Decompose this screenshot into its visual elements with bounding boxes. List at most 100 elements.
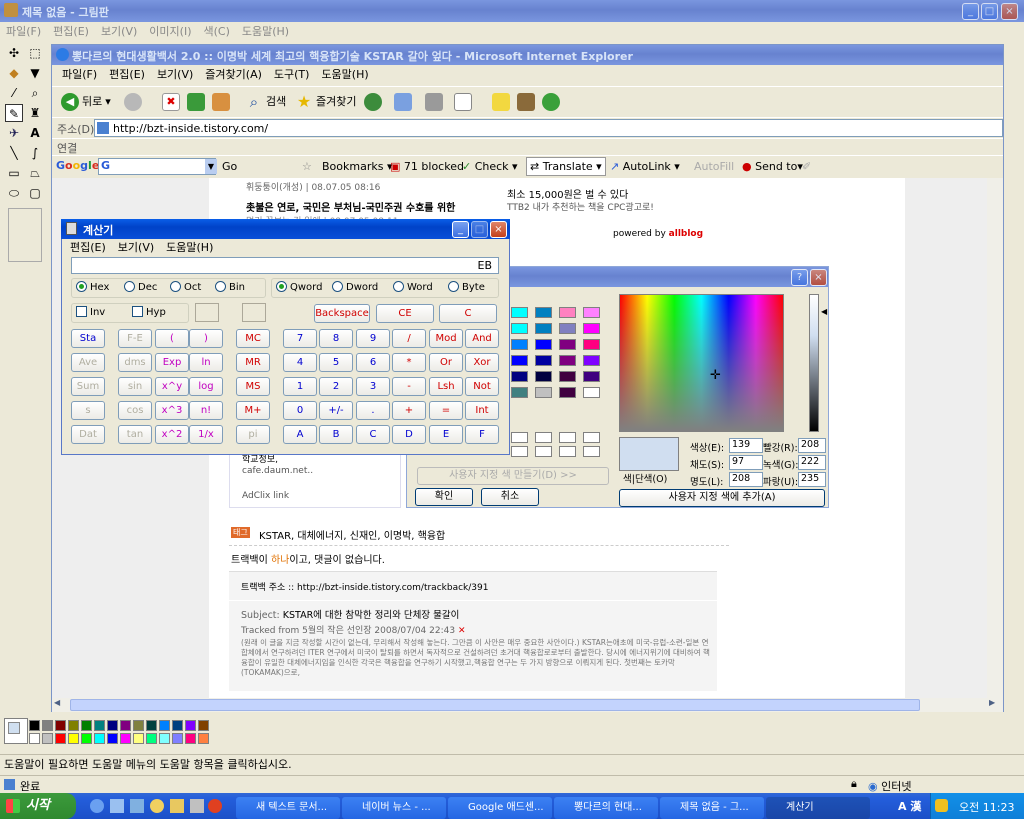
mem-mr-button[interactable]: MR (236, 353, 270, 372)
ie-menu-file[interactable]: 파일(F) (56, 65, 103, 85)
mem-pi-button[interactable]: pi (236, 425, 270, 444)
sci-Ave-button[interactable]: Ave (71, 353, 105, 372)
basic-color-swatch[interactable] (535, 323, 552, 334)
palette-swatch[interactable] (94, 720, 105, 731)
ie-menu-tools[interactable]: 도구(T) (268, 65, 316, 85)
custom-colors-grid[interactable] (511, 432, 611, 462)
sci-x-button[interactable]: ) (189, 329, 223, 348)
basic-color-swatch[interactable] (511, 387, 528, 398)
basic-color-swatch[interactable] (535, 387, 552, 398)
basic-color-swatch[interactable] (511, 355, 528, 366)
palette-swatch[interactable] (120, 733, 131, 744)
key-x-button[interactable]: + (392, 401, 426, 420)
basic-color-swatch[interactable] (583, 323, 600, 334)
address-input[interactable]: http://bzt-inside.tistory.com/ (94, 119, 1003, 137)
sci-1xx-button[interactable]: 1/x (189, 425, 223, 444)
mail-icon[interactable] (394, 93, 412, 111)
google-go-button[interactable]: Go (222, 160, 237, 173)
hue-input[interactable]: 139 (729, 438, 763, 453)
text-icon[interactable]: A (26, 124, 44, 142)
google-search-input[interactable]: G (98, 158, 216, 175)
google-bookmark-icon[interactable]: ☆ (302, 160, 312, 173)
refresh-icon[interactable] (187, 93, 205, 111)
paint-menu-image[interactable]: 이미지(I) (143, 22, 197, 41)
sci-xxy-button[interactable]: x^y (155, 377, 189, 396)
sci-s-button[interactable]: s (71, 401, 105, 420)
basic-color-swatch[interactable] (559, 339, 576, 350)
green-input[interactable]: 222 (798, 455, 826, 470)
allblog-logo[interactable]: allblog (669, 229, 703, 239)
print-icon[interactable] (425, 93, 443, 111)
key-0-button[interactable]: 0 (283, 401, 317, 420)
autofill-button[interactable]: AutoFill (694, 160, 734, 173)
key-Or-button[interactable]: Or (429, 353, 463, 372)
palette-swatch[interactable] (81, 733, 92, 744)
magnifier-icon[interactable]: ⌕ (26, 84, 44, 102)
messenger-icon[interactable] (542, 93, 560, 111)
luminance-arrow-icon[interactable]: ◀ (821, 307, 827, 316)
sci-Sta-button[interactable]: Sta (71, 329, 105, 348)
ie-titlebar[interactable]: 뽕다르의 현대생활백서 2.0 :: 이명박 세계 최고의 핵융합기술 KSTA… (52, 45, 1003, 65)
ie-menu-view[interactable]: 보기(V) (151, 65, 199, 85)
luminance-slider[interactable] (809, 294, 819, 432)
tag-list[interactable]: KSTAR, 대체에너지, 신재인, 이명박, 핵융합 (259, 527, 445, 542)
ie-menu-edit[interactable]: 편집(E) (103, 65, 151, 85)
language-bar[interactable]: A 漢 (898, 798, 921, 814)
key-F-button[interactable]: F (465, 425, 499, 444)
quicklaunch-app-icon[interactable] (190, 799, 204, 813)
trackback-count-link[interactable]: 하나 (271, 555, 289, 566)
quicklaunch-folder-icon[interactable] (170, 799, 184, 813)
task-adsense[interactable]: Google 애드센... (448, 797, 552, 819)
history-icon[interactable] (364, 93, 382, 111)
palette-swatch[interactable] (172, 720, 183, 731)
basic-color-swatch[interactable] (583, 307, 600, 318)
key-4-button[interactable]: 4 (283, 353, 317, 372)
sci-xx3-button[interactable]: x^3 (155, 401, 189, 420)
current-color-box[interactable] (4, 718, 28, 744)
palette-swatch[interactable] (29, 733, 40, 744)
scroll-right-arrow-icon[interactable]: ▶ (989, 698, 995, 707)
fill-icon[interactable]: ▼ (26, 64, 44, 82)
key-Int-button[interactable]: Int (465, 401, 499, 420)
color-close-button[interactable]: × (810, 269, 827, 286)
basic-color-swatch[interactable] (511, 339, 528, 350)
red-input[interactable]: 208 (798, 438, 826, 453)
quicklaunch-outlook-icon[interactable] (110, 799, 124, 813)
ie-menu-help[interactable]: 도움말(H) (315, 65, 374, 85)
paint-close-button[interactable]: × (1001, 3, 1018, 20)
mem-mplus-button[interactable]: M+ (236, 401, 270, 420)
key-Xor-button[interactable]: Xor (465, 353, 499, 372)
palette-swatch[interactable] (68, 733, 79, 744)
key-x-button[interactable]: * (392, 353, 426, 372)
basic-colors-grid[interactable] (511, 307, 611, 407)
search-button[interactable]: ⌕ 검색 (242, 93, 289, 111)
ie-menu-favorites[interactable]: 즐겨찾기(A) (199, 65, 268, 85)
brush-icon[interactable]: ♜ (26, 104, 44, 122)
key-6-button[interactable]: 6 (356, 353, 390, 372)
key-xxx-button[interactable]: +/- (319, 401, 353, 420)
basic-color-swatch[interactable] (535, 355, 552, 366)
basic-color-swatch[interactable] (583, 355, 600, 366)
paint-menu-edit[interactable]: 편집(E) (47, 22, 95, 41)
stop-icon[interactable]: ✖ (162, 93, 180, 111)
horizontal-scrollbar[interactable]: ◀ ▶ (52, 698, 1003, 712)
h-scroll-thumb[interactable] (70, 699, 920, 711)
palette-swatch[interactable] (42, 720, 53, 731)
basic-color-swatch[interactable] (559, 307, 576, 318)
mem-ms-button[interactable]: MS (236, 377, 270, 396)
palette-swatch[interactable] (55, 720, 66, 731)
discuss-icon[interactable] (492, 93, 510, 111)
sci-log-button[interactable]: log (189, 377, 223, 396)
sci-tan-button[interactable]: tan (118, 425, 152, 444)
key-B-button[interactable]: B (319, 425, 353, 444)
cancel-button[interactable]: 취소 (481, 488, 539, 506)
palette-swatch[interactable] (94, 733, 105, 744)
key-x-button[interactable]: = (429, 401, 463, 420)
key-x-button[interactable]: / (392, 329, 426, 348)
sci-FxE-button[interactable]: F-E (118, 329, 152, 348)
ad-line-1[interactable]: 최소 15,000원은 벌 수 있다 (507, 186, 628, 201)
color-spectrum[interactable]: ✛ (619, 294, 784, 432)
scroll-left-arrow-icon[interactable]: ◀ (54, 698, 60, 707)
task-naver[interactable]: 네이버 뉴스 - ... (342, 797, 446, 819)
basic-color-swatch[interactable] (511, 307, 528, 318)
